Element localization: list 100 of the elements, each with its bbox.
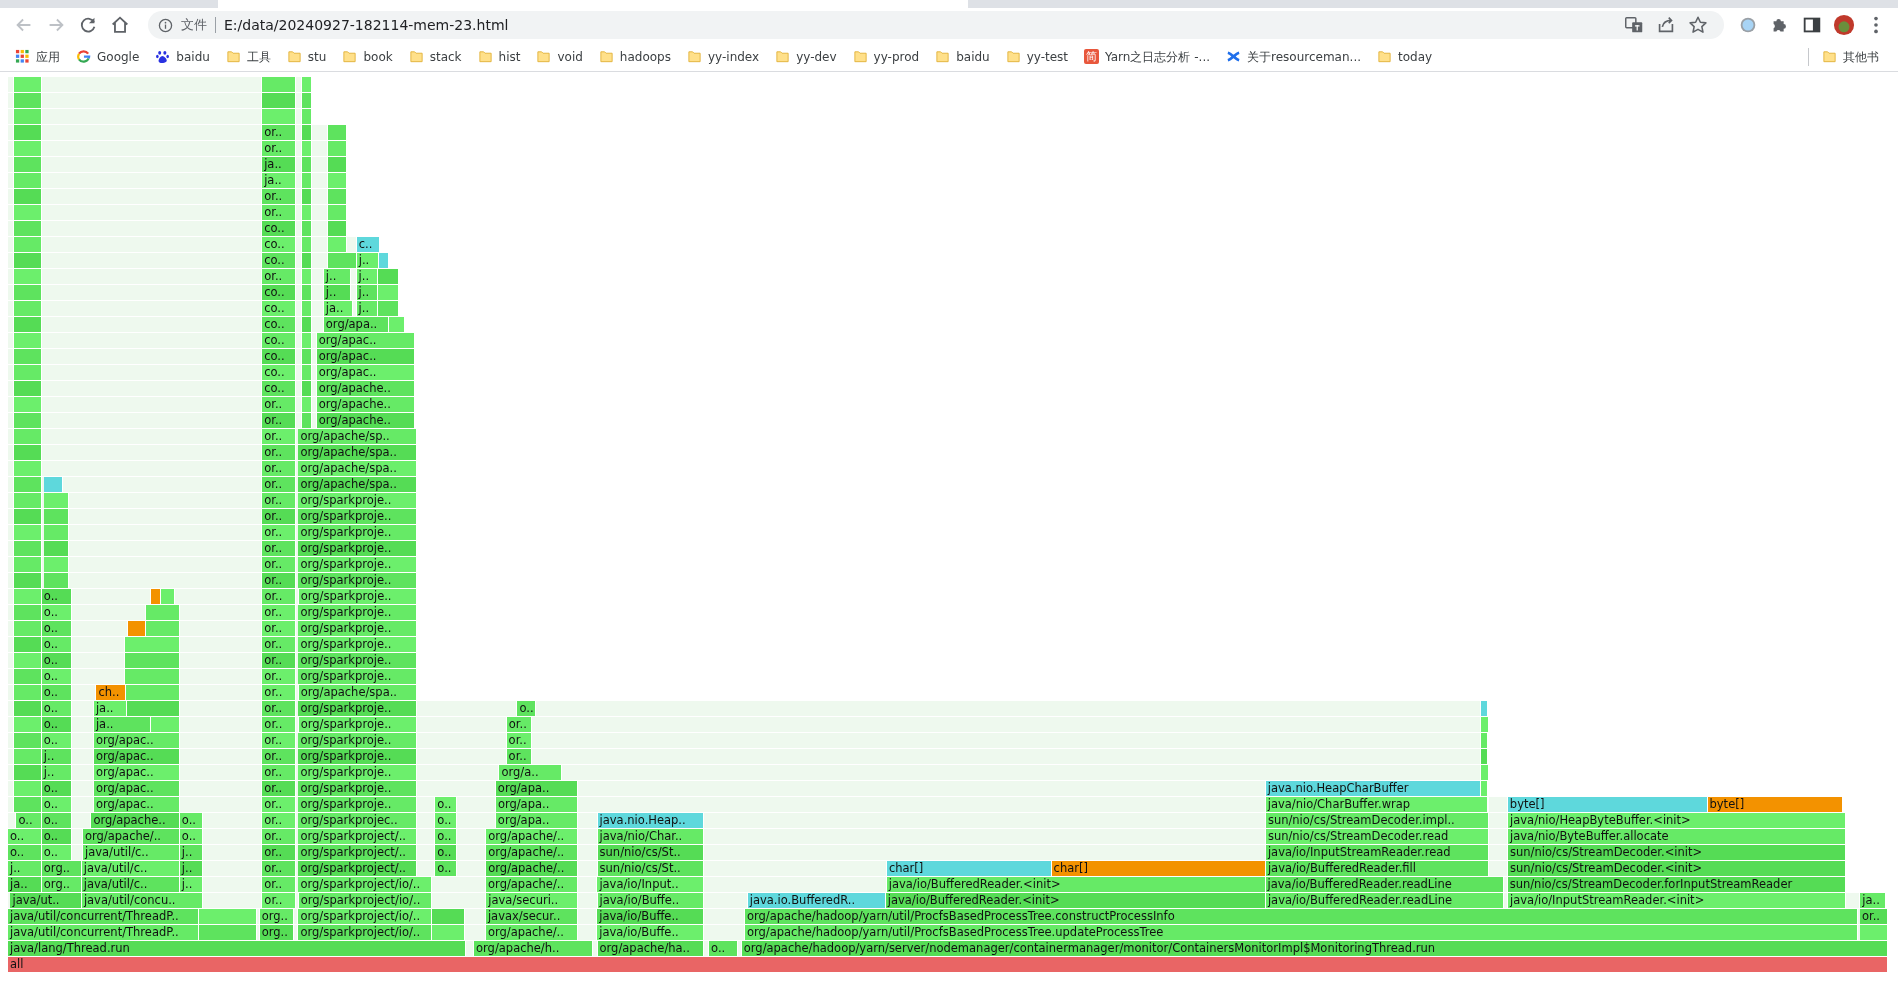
bookmark-item[interactable]: yy-dev <box>770 45 842 68</box>
bookmark-item[interactable]: 关于resourceman... <box>1221 45 1366 68</box>
stack-frame[interactable] <box>327 253 357 268</box>
stack-frame[interactable] <box>14 589 42 604</box>
stack-frame[interactable]: or.. <box>262 781 296 796</box>
stack-frame[interactable] <box>302 173 312 188</box>
stack-frame[interactable]: co.. <box>262 349 296 364</box>
stack-frame[interactable]: org.. <box>259 925 294 940</box>
stack-frame[interactable]: j.. <box>41 749 73 764</box>
bookmark-item[interactable]: yy-index <box>682 45 765 68</box>
stack-frame[interactable] <box>14 685 42 700</box>
stack-frame[interactable]: org/apac.. <box>316 349 415 364</box>
stack-frame[interactable]: org/apa.. <box>323 317 390 332</box>
stack-frame[interactable]: o.. <box>41 829 73 844</box>
stack-frame[interactable]: org/sparkproje.. <box>298 541 418 556</box>
stack-frame[interactable]: or.. <box>262 525 296 540</box>
stack-frame[interactable]: sun/nio/cs/StreamDecoder.<init> <box>1508 861 1846 876</box>
stack-frame[interactable] <box>302 381 312 396</box>
stack-frame[interactable]: java/util/concu.. <box>81 893 203 908</box>
stack-frame[interactable]: co.. <box>262 237 296 252</box>
stack-frame[interactable] <box>125 653 180 668</box>
stack-frame[interactable]: or.. <box>262 877 296 892</box>
stack-frame[interactable]: o.. <box>41 717 73 732</box>
stack-frame[interactable] <box>14 269 42 284</box>
stack-frame[interactable]: or.. <box>262 541 296 556</box>
stack-frame[interactable]: org/apac.. <box>93 765 180 780</box>
bookmark-item[interactable]: Google <box>71 45 145 68</box>
stack-frame[interactable]: org/sparkproject/.. <box>298 845 418 860</box>
stack-frame[interactable] <box>14 781 42 796</box>
stack-frame[interactable]: o.. <box>41 845 73 860</box>
stack-frame[interactable]: ja.. <box>323 301 353 316</box>
stack-frame[interactable] <box>302 109 312 124</box>
stack-frame[interactable]: j.. <box>179 845 203 860</box>
stack-frame[interactable]: or.. <box>262 845 296 860</box>
stack-frame[interactable]: ja.. <box>262 173 296 188</box>
stack-frame[interactable] <box>14 557 42 572</box>
stack-frame[interactable]: java/io/InputStreamReader.<init> <box>1508 893 1846 908</box>
stack-frame[interactable]: org.. <box>259 909 294 924</box>
stack-frame[interactable]: or.. <box>506 717 533 732</box>
stack-frame[interactable]: org/sparkproje.. <box>298 749 418 764</box>
stack-frame[interactable]: or.. <box>262 669 296 684</box>
stack-frame[interactable]: org/apache.. <box>316 413 415 428</box>
bookmark-item[interactable]: yy-test <box>1000 45 1074 68</box>
stack-frame[interactable]: o.. <box>435 861 458 876</box>
stack-frame[interactable]: org/apache/.. <box>486 829 579 844</box>
stack-frame[interactable]: java/nio/HeapByteBuffer.<init> <box>1508 813 1846 828</box>
stack-frame[interactable] <box>1480 701 1489 716</box>
stack-frame[interactable]: or.. <box>506 733 532 748</box>
stack-frame[interactable]: java/util/c.. <box>83 845 180 860</box>
stack-frame[interactable] <box>14 541 42 556</box>
stack-frame[interactable]: ch.. <box>96 685 126 700</box>
home-icon[interactable] <box>109 14 131 36</box>
stack-frame[interactable]: java.nio.Heap.. <box>597 813 705 828</box>
stack-frame[interactable] <box>14 797 42 812</box>
stack-frame[interactable]: or.. <box>262 141 296 156</box>
stack-frame[interactable]: org/apache/sp.. <box>298 429 418 444</box>
stack-frame[interactable] <box>14 285 42 300</box>
stack-frame[interactable]: all <box>8 957 1888 972</box>
stack-frame[interactable] <box>14 93 42 108</box>
stack-frame[interactable] <box>14 573 42 588</box>
stack-frame[interactable]: o.. <box>179 829 203 844</box>
stack-frame[interactable]: or.. <box>262 813 296 828</box>
stack-frame[interactable]: or.. <box>262 413 296 428</box>
stack-frame[interactable] <box>14 621 42 636</box>
stack-frame[interactable] <box>125 685 180 700</box>
stack-frame[interactable] <box>302 189 312 204</box>
stack-frame[interactable] <box>14 333 42 348</box>
stack-frame[interactable] <box>302 237 312 252</box>
stack-frame[interactable]: or.. <box>262 685 297 700</box>
stack-frame[interactable] <box>44 573 69 588</box>
stack-frame[interactable]: org/sparkproje.. <box>298 701 418 716</box>
stack-frame[interactable] <box>14 477 42 492</box>
stack-frame[interactable]: org/apache/.. <box>486 877 578 892</box>
stack-frame[interactable] <box>14 461 42 476</box>
stack-frame[interactable]: org/sparkproject/io/.. <box>298 909 432 924</box>
bookmark-item[interactable]: stack <box>403 45 467 68</box>
bookmark-item[interactable]: hadoops <box>593 45 676 68</box>
stack-frame[interactable] <box>378 285 399 300</box>
stack-frame[interactable]: org/sparkproje.. <box>298 589 418 604</box>
stack-frame[interactable]: or.. <box>262 637 296 652</box>
stack-frame[interactable]: or.. <box>262 397 296 412</box>
stack-frame[interactable]: org/sparkproje.. <box>298 717 418 732</box>
address-bar[interactable]: 文件 E:/data/20240927-182114-mem-23.html <box>148 11 1724 39</box>
stack-frame[interactable] <box>44 477 63 492</box>
stack-frame[interactable] <box>146 621 180 636</box>
stack-frame[interactable] <box>378 253 390 268</box>
stack-frame[interactable]: org/apache/spa.. <box>298 477 418 492</box>
stack-frame[interactable]: org/sparkprojec.. <box>298 813 418 828</box>
stack-frame[interactable] <box>14 397 42 412</box>
stack-frame[interactable]: java/nio/ByteBuffer.allocate <box>1508 829 1846 844</box>
stack-frame[interactable] <box>14 205 42 220</box>
stack-frame[interactable]: org/apa.. <box>495 781 579 796</box>
stack-frame[interactable]: org/sparkproje.. <box>298 733 418 748</box>
stack-frame[interactable] <box>44 493 69 508</box>
stack-frame[interactable]: org/a.. <box>499 765 563 780</box>
bookmark-item[interactable]: stu <box>281 45 332 68</box>
stack-frame[interactable]: java/util/c.. <box>81 861 180 876</box>
stack-frame[interactable]: o.. <box>41 733 73 748</box>
stack-frame[interactable]: java/io/BufferedReader.<init> <box>886 877 1266 892</box>
stack-frame[interactable]: o.. <box>41 637 73 652</box>
